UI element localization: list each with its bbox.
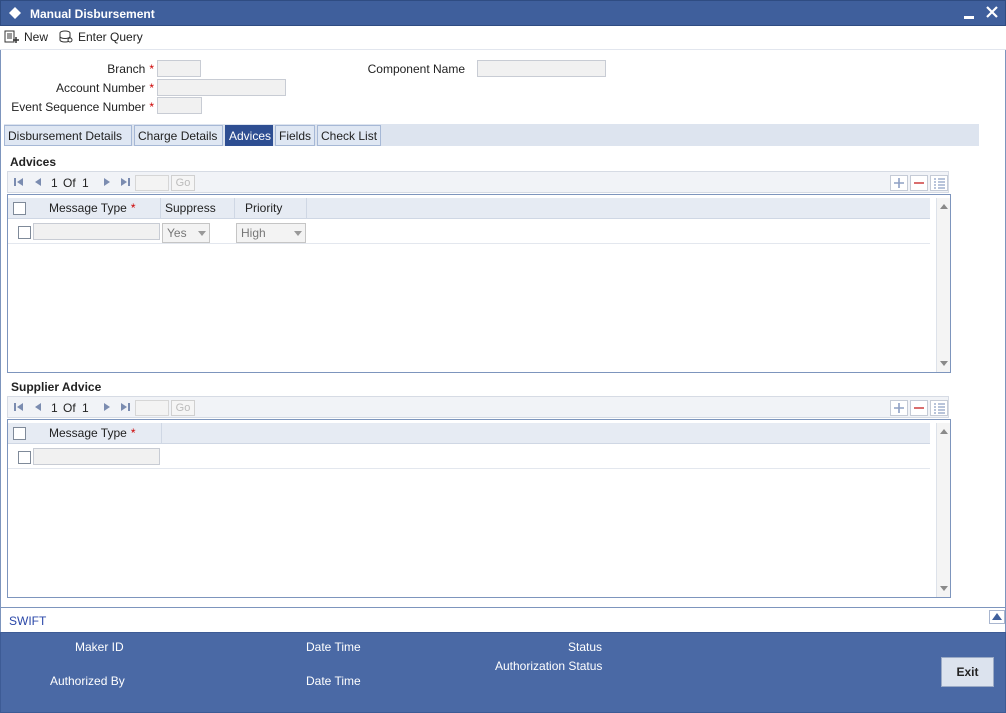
chevron-down-icon: [198, 231, 206, 236]
row-checkbox[interactable]: [18, 226, 31, 239]
supplier-advice-title: Supplier Advice: [11, 380, 102, 394]
enter-query-icon: [59, 30, 73, 43]
supplier-grid-header: Message Type *: [8, 423, 930, 444]
title-bar: Manual Disbursement: [0, 0, 1006, 26]
authorization-status-label: Authorization Status: [495, 659, 603, 673]
list-view-icon: [934, 403, 945, 414]
tab-fields[interactable]: Fields: [275, 125, 315, 146]
window-title: Manual Disbursement: [30, 7, 155, 21]
supplier-go-button[interactable]: Go: [171, 400, 195, 416]
collapse-up-icon[interactable]: [989, 610, 1005, 624]
component-name-input[interactable]: [477, 60, 606, 77]
audit-footer: Maker ID Date Time Status Authorization …: [0, 632, 1006, 713]
advices-select-all-checkbox[interactable]: [13, 202, 26, 215]
new-record-icon: [4, 30, 19, 43]
first-page-icon[interactable]: [13, 176, 25, 188]
previous-page-icon[interactable]: [32, 401, 44, 413]
date-time-label: Date Time: [306, 640, 361, 654]
scroll-down-icon[interactable]: [940, 361, 948, 366]
row-checkbox[interactable]: [18, 451, 31, 464]
row-suppress-select[interactable]: Yes: [162, 223, 210, 243]
status-label: Status: [568, 640, 603, 654]
supplier-total-pages: 1: [82, 401, 89, 415]
tab-check-list[interactable]: Check List: [317, 125, 381, 146]
scroll-up-icon[interactable]: [940, 429, 948, 434]
minimize-icon[interactable]: [963, 7, 975, 21]
event-sequence-label: Event Sequence Number *: [11, 100, 154, 114]
maker-id-label: Maker ID: [75, 640, 124, 654]
list-view-icon: [934, 178, 945, 189]
advices-col-suppress: Suppress: [161, 198, 235, 218]
plus-icon: [894, 178, 904, 188]
advices-of-label: Of: [63, 176, 76, 190]
supplier-advice-pager: 1 Of 1 Go: [7, 396, 949, 418]
advices-vertical-scrollbar[interactable]: [936, 198, 950, 372]
advices-delete-row-button[interactable]: [910, 175, 928, 191]
component-name-label: Component Name: [367, 62, 465, 76]
supplier-add-row-button[interactable]: [890, 400, 908, 416]
supplier-single-view-button[interactable]: [930, 400, 948, 416]
row-priority-select[interactable]: High: [236, 223, 306, 243]
branch-input[interactable]: [157, 60, 201, 77]
exit-button[interactable]: Exit: [941, 657, 994, 687]
supplier-delete-row-button[interactable]: [910, 400, 928, 416]
last-page-icon[interactable]: [119, 401, 131, 413]
tab-advices[interactable]: Advices: [225, 125, 273, 146]
date-time-label-2: Date Time: [306, 674, 361, 688]
advices-single-view-button[interactable]: [930, 175, 948, 191]
branch-label: Branch *: [107, 62, 154, 76]
supplier-select-all-checkbox[interactable]: [13, 427, 26, 440]
next-page-icon[interactable]: [101, 176, 113, 188]
advices-col-message-type: Message Type *: [31, 198, 161, 218]
account-number-input[interactable]: [157, 79, 286, 96]
minus-icon: [914, 182, 924, 184]
table-row: Yes High: [8, 220, 930, 244]
authorized-by-label: Authorized By: [50, 674, 125, 688]
enter-query-button[interactable]: Enter Query: [58, 28, 143, 46]
scroll-up-icon[interactable]: [940, 204, 948, 209]
supplier-vertical-scrollbar[interactable]: [936, 423, 950, 597]
supplier-page-input[interactable]: [135, 400, 169, 416]
supplier-of-label: Of: [63, 401, 76, 415]
supplier-current-page: 1: [51, 401, 58, 415]
advices-add-row-button[interactable]: [890, 175, 908, 191]
minus-icon: [914, 407, 924, 409]
swift-link[interactable]: SWIFT: [9, 614, 46, 628]
tab-disbursement-details[interactable]: Disbursement Details: [4, 125, 132, 146]
scroll-down-icon[interactable]: [940, 586, 948, 591]
supplier-advice-grid: Message Type *: [7, 419, 951, 598]
row-message-type-input[interactable]: [33, 448, 160, 465]
row-message-type-input[interactable]: [33, 223, 160, 240]
first-page-icon[interactable]: [13, 401, 25, 413]
new-label: New: [24, 30, 49, 44]
advices-col-priority: Priority: [235, 198, 307, 218]
chevron-down-icon: [294, 231, 302, 236]
advices-title: Advices: [10, 155, 57, 169]
last-page-icon[interactable]: [119, 176, 131, 188]
advices-grid: Message Type * Suppress Priority Yes High: [7, 194, 951, 373]
account-number-label: Account Number *: [55, 81, 154, 95]
next-page-icon[interactable]: [101, 401, 113, 413]
tab-charge-details[interactable]: Charge Details: [134, 125, 223, 146]
advices-current-page: 1: [51, 176, 58, 190]
close-icon[interactable]: [985, 4, 999, 20]
advices-pager: 1 Of 1 Go: [7, 171, 949, 193]
event-sequence-input[interactable]: [157, 97, 202, 114]
advices-total-pages: 1: [82, 176, 89, 190]
table-row: [8, 445, 930, 469]
previous-page-icon[interactable]: [32, 176, 44, 188]
app-diamond-icon: [9, 7, 21, 19]
advices-go-button[interactable]: Go: [171, 175, 195, 191]
swift-bar: SWIFT: [0, 607, 1006, 632]
supplier-col-message-type: Message Type *: [31, 423, 162, 443]
enter-query-label: Enter Query: [78, 30, 143, 44]
new-button[interactable]: New: [4, 28, 48, 46]
tab-strip: Disbursement Details Charge Details Advi…: [4, 124, 979, 146]
advices-grid-header: Message Type * Suppress Priority: [8, 198, 930, 219]
advices-page-input[interactable]: [135, 175, 169, 191]
toolbar: New Enter Query: [0, 26, 1006, 50]
plus-icon: [894, 403, 904, 413]
